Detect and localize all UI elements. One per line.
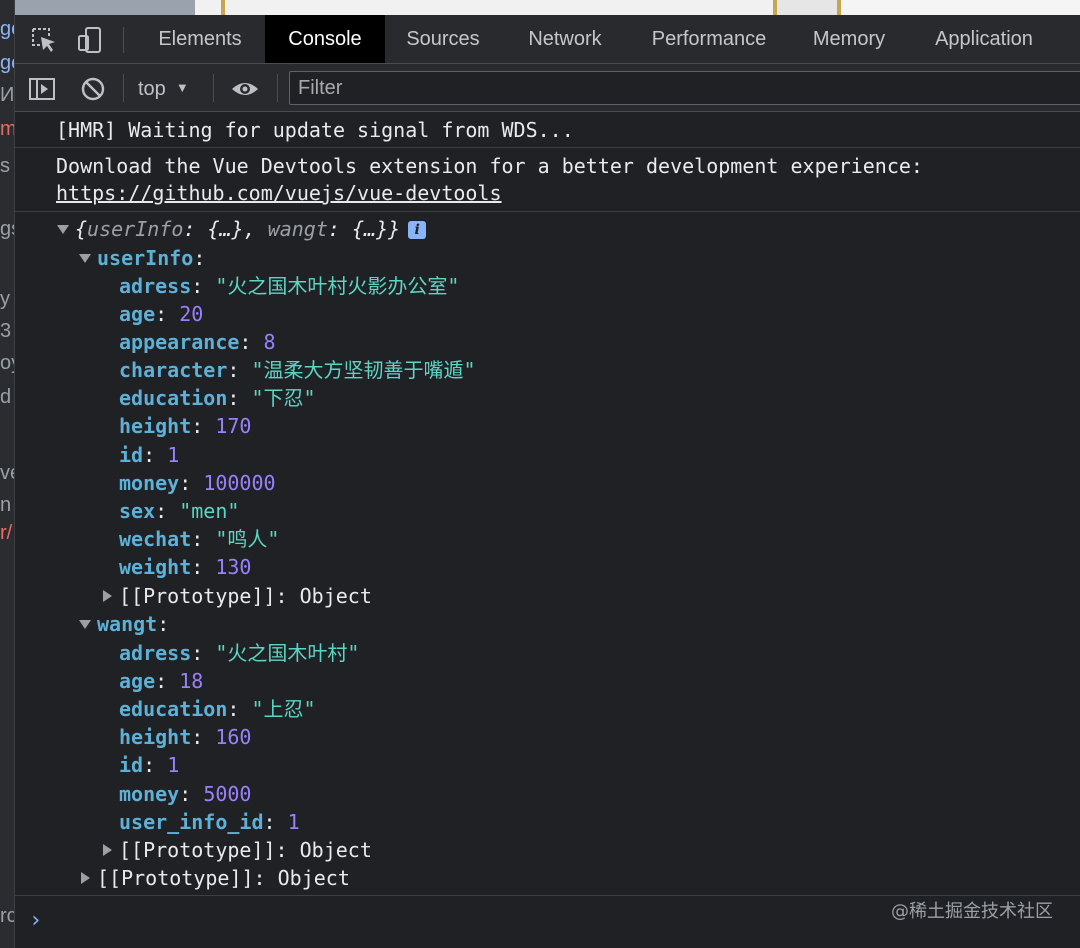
property-key: wangt	[97, 612, 158, 636]
property-row: weight: 130	[119, 555, 252, 579]
vue-devtools-link[interactable]: https://github.com/vuejs/vue-devtools	[56, 181, 502, 205]
wangt-row[interactable]: wangt:	[79, 610, 169, 638]
property-row: education: "下忍"	[119, 386, 316, 410]
property-row: education: "上忍"	[119, 697, 316, 721]
tab-application[interactable]: Application	[911, 15, 1057, 63]
expand-triangle-icon[interactable]	[79, 620, 91, 629]
console-message-vue-devtools: Download the Vue Devtools extension for …	[15, 148, 1080, 212]
dropdown-arrow-icon: ▼	[175, 80, 189, 95]
property-row: age: 18	[119, 669, 204, 693]
live-expression-eye-icon[interactable]	[230, 74, 260, 104]
clear-console-icon[interactable]	[78, 74, 108, 104]
property-row: id: 1	[119, 753, 180, 777]
page-fragment: y	[0, 288, 10, 310]
collapse-triangle-icon[interactable]	[81, 872, 90, 884]
tab-performance[interactable]: Performance	[629, 15, 789, 63]
property-row: money: 100000	[119, 471, 276, 495]
toolbar-separator	[213, 74, 214, 102]
expand-triangle-icon[interactable]	[79, 254, 91, 263]
property-row: appearance: 8	[119, 330, 276, 354]
page-fragment: rc	[0, 905, 14, 927]
property-row: sex: "men"	[119, 499, 240, 523]
underlying-page-top	[15, 0, 1080, 15]
tab-memory[interactable]: Memory	[795, 15, 903, 63]
prototype-row[interactable]: [[Prototype]]: Object	[103, 582, 372, 610]
property-row: adress: "火之国木叶村"	[119, 641, 360, 665]
property-row: height: 170	[119, 414, 252, 438]
page-fragment: ge	[0, 52, 14, 74]
underlying-page-edge: ge ge ИE m s gs y 3 oy d ve n r/ rc	[0, 0, 15, 948]
message-text: Download the Vue Devtools extension for …	[56, 154, 923, 178]
tab-sources[interactable]: Sources	[387, 15, 499, 63]
expand-triangle-icon[interactable]	[57, 225, 69, 234]
property-row: money: 5000	[119, 782, 252, 806]
page-fragment: ge	[0, 18, 14, 40]
property-row: character: "温柔大方坚韧善于嘴遁"	[119, 358, 476, 382]
root-prototype-row[interactable]: [[Prototype]]: Object	[81, 864, 350, 892]
tab-elements[interactable]: Elements	[140, 15, 260, 63]
inspect-element-icon[interactable]	[29, 25, 59, 55]
sidebar-toggle-icon[interactable]	[27, 74, 57, 104]
prototype-row[interactable]: [[Prototype]]: Object	[103, 836, 372, 864]
page-fragment: ve	[0, 462, 14, 484]
property-row: wechat: "鸣人"	[119, 527, 280, 551]
device-toolbar-icon[interactable]	[75, 25, 105, 55]
userinfo-row[interactable]: userInfo:	[79, 244, 205, 272]
devtools-panel: Elements Console Sources Network Perform…	[15, 15, 1080, 948]
property-row: user_info_id: 1	[119, 810, 300, 834]
watermark: @稀土掘金技术社区	[891, 901, 1053, 922]
property-row: height: 160	[119, 725, 252, 749]
tab-console[interactable]: Console	[265, 15, 385, 63]
property-row: age: 20	[119, 302, 204, 326]
console-toolbar: top ▼	[15, 64, 1080, 112]
page-fragment: s	[0, 155, 10, 177]
property-row: adress: "火之国木叶村火影办公室"	[119, 274, 460, 298]
console-message-hmr: [HMR] Waiting for update signal from WDS…	[15, 112, 1080, 148]
page-fragment: 3	[0, 320, 12, 342]
page-fragment: oy	[0, 352, 14, 374]
page-fragment: n	[0, 494, 12, 516]
prompt-chevron-icon: ›	[29, 908, 43, 933]
message-text: [HMR] Waiting for update signal from WDS…	[56, 118, 574, 142]
console-output: [HMR] Waiting for update signal from WDS…	[15, 112, 1080, 912]
page-fragment: ИE	[0, 84, 15, 106]
toolbar-separator	[277, 74, 278, 102]
collapse-triangle-icon[interactable]	[103, 844, 112, 856]
devtools-tabbar: Elements Console Sources Network Perform…	[15, 15, 1080, 64]
context-label: top	[138, 78, 166, 100]
tab-network[interactable]: Network	[509, 15, 621, 63]
toolbar-separator	[123, 74, 124, 102]
page-fragment: r/	[0, 522, 13, 544]
property-key: userInfo	[97, 246, 194, 270]
context-selector[interactable]: top ▼	[138, 72, 189, 104]
collapse-triangle-icon[interactable]	[103, 590, 112, 602]
page-fragment: gs	[0, 218, 14, 240]
filter-input[interactable]	[289, 71, 1080, 105]
tabbar-separator	[123, 27, 124, 53]
property-row: id: 1	[119, 443, 180, 467]
page-fragment: d	[0, 386, 12, 408]
info-icon[interactable]: i	[408, 221, 427, 239]
object-root-row[interactable]: {userInfo: {…}, wangt: {…}} i	[57, 215, 427, 243]
object-preview: {userInfo: {…}, wangt: {…}}	[75, 217, 401, 241]
page-fragment: m	[0, 118, 14, 141]
